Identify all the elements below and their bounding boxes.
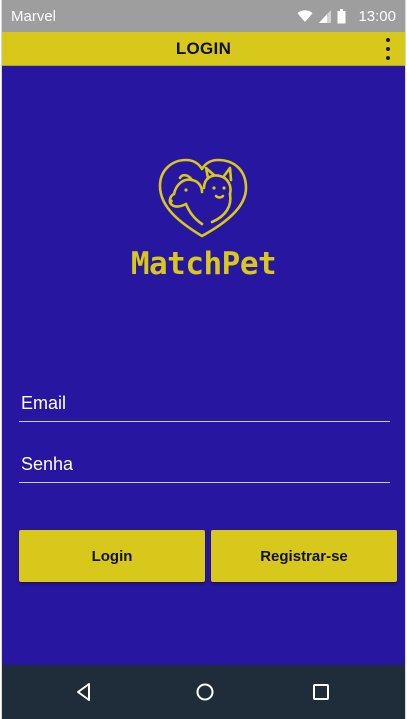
page-title: LOGIN [175,39,232,58]
pet-heart-logo [152,156,252,243]
register-button[interactable]: Registrar-se [211,530,397,582]
home-icon[interactable] [193,680,217,704]
login-button[interactable]: Login [19,530,205,582]
clock: 13:00 [358,7,396,25]
overflow-menu-icon[interactable] [383,38,393,60]
login-content: MatchPet Login Registrar-se [2,66,405,665]
menu-dot [386,47,390,51]
carrier-name: Marvel [11,8,57,25]
battery-icon [337,8,346,24]
menu-dot [386,56,390,60]
email-input[interactable] [19,382,390,421]
status-bar: Marvel 13:00 [2,0,405,32]
password-field [19,443,390,483]
brand-name: MatchPet [130,246,277,282]
system-nav-bar [2,665,405,719]
email-field [19,382,390,422]
app-screen: Marvel 13:00 LOGIN MatchPet Email Login … [1,0,406,719]
recent-apps-icon[interactable] [309,680,333,704]
back-icon[interactable] [72,680,96,704]
signal-icon [319,9,332,23]
password-input[interactable] [19,443,390,482]
menu-dot [386,38,390,42]
wifi-icon [297,9,313,23]
app-bar: LOGIN [2,32,405,66]
status-icons: 13:00 [297,5,396,27]
